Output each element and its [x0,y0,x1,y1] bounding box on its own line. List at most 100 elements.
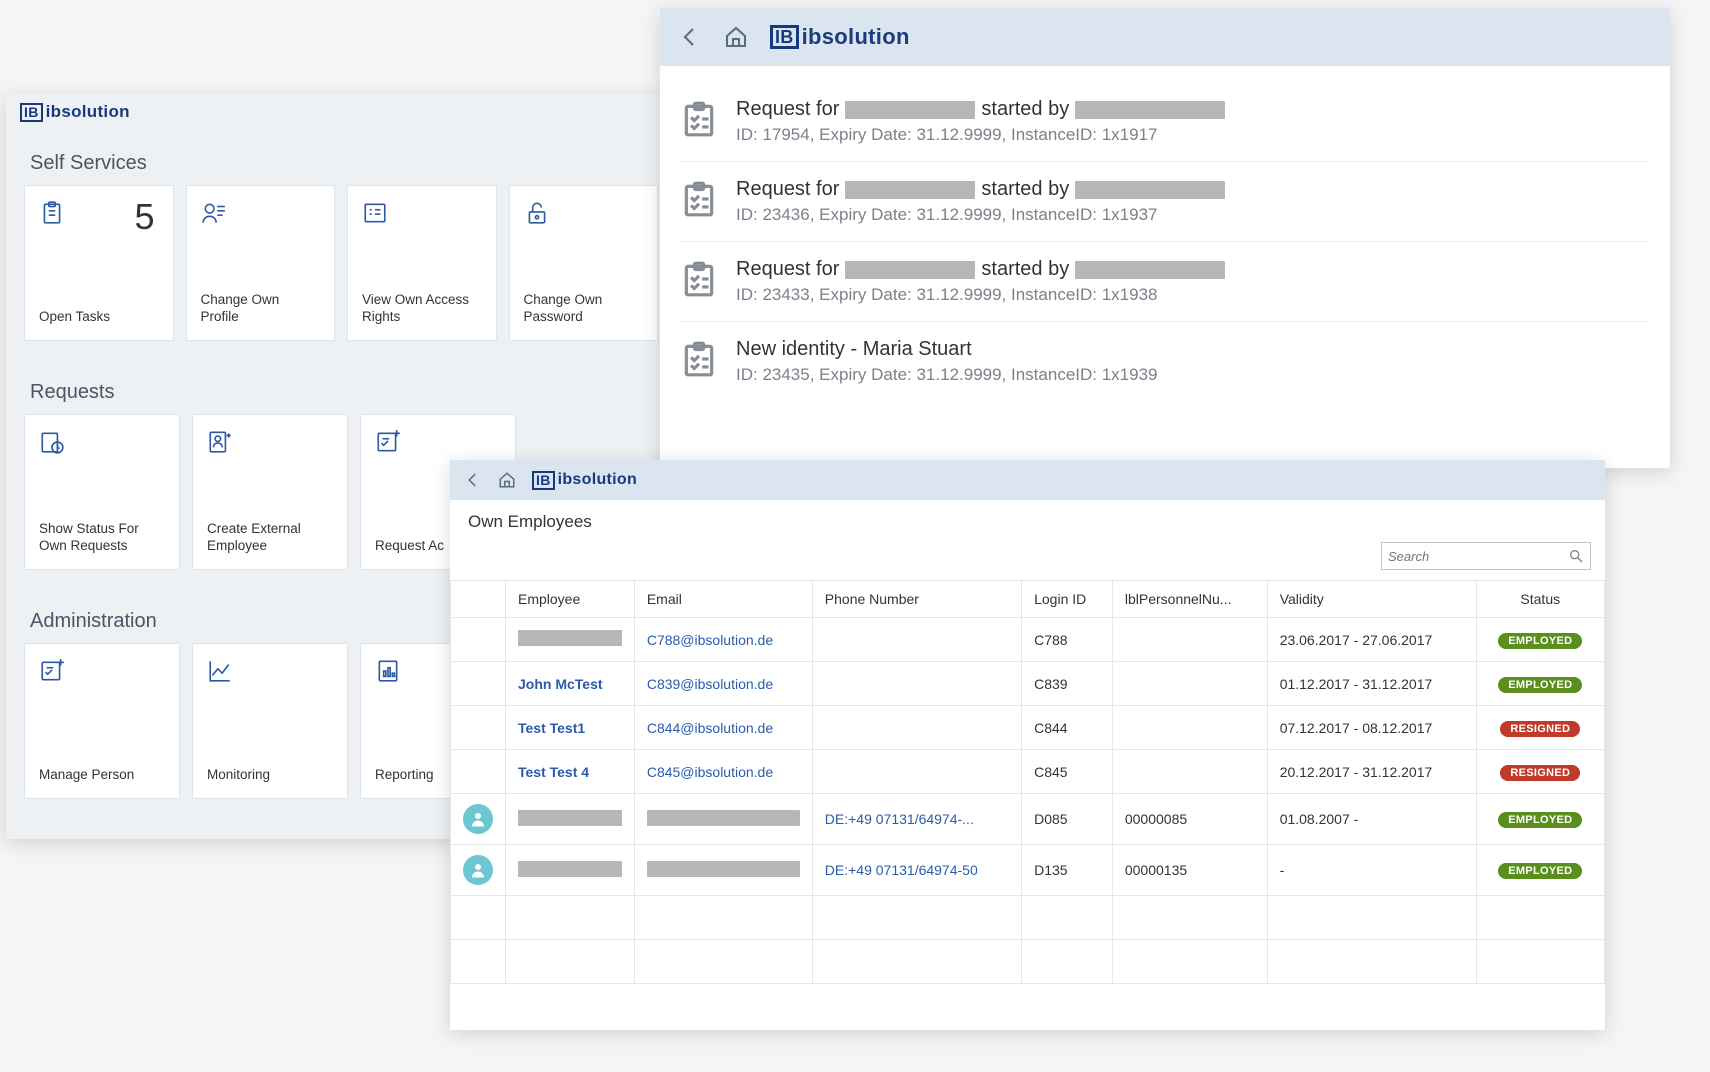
avatar-cell [451,662,506,706]
report-icon [375,658,401,684]
avatar-cell [451,794,506,845]
cell-validity: 23.06.2017 - 27.06.2017 [1267,618,1476,662]
profile-icon [201,200,227,226]
cell-status: EMPLOYED [1476,618,1604,662]
clock-icon [39,429,65,455]
search-input-container[interactable] [1381,542,1591,570]
table-row[interactable]: C788@ibsolution.deC78823.06.2017 - 27.06… [451,618,1605,662]
table-row[interactable]: DE:+49 07131/64974-50D13500000135-EMPLOY… [451,845,1605,896]
tile-label: Change Own Profile [201,291,321,326]
column-header[interactable]: Validity [1267,581,1476,618]
topbar: IBIBsolution [660,8,1670,66]
cell-validity: - [1267,845,1476,896]
request-item[interactable]: New identity - Maria Stuart ID: 23435, E… [680,322,1650,401]
tile-label: View Own Access Rights [362,291,482,326]
request-list: Request for started by ID: 17954, Expiry… [660,66,1670,417]
cell-personnel [1112,750,1267,794]
column-header[interactable]: lblPersonnelNu... [1112,581,1267,618]
table-row[interactable]: John McTestC839@ibsolution.deC83901.12.2… [451,662,1605,706]
brand-logo: IBIBsolution [532,471,637,490]
list-icon [362,200,388,226]
avatar [463,855,493,885]
status-badge: RESIGNED [1500,721,1580,737]
cell-employee: Test Test1 [506,706,635,750]
tile-monitoring[interactable]: Monitoring [192,643,348,799]
tile-change-own-password[interactable]: Change Own Password [509,185,659,341]
cell-validity: 07.12.2017 - 08.12.2017 [1267,706,1476,750]
table-row[interactable]: Test Test 4C845@ibsolution.deC84520.12.2… [451,750,1605,794]
request-item[interactable]: Request for started by ID: 23433, Expiry… [680,242,1650,322]
cell-email: C845@ibsolution.de [634,750,812,794]
cell-email [634,845,812,896]
tile-view-own-access-rights[interactable]: View Own Access Rights [347,185,497,341]
tile-row: 5 Open Tasks Change Own Profile View Own… [6,185,676,361]
cell-phone [812,706,1021,750]
cell-employee [506,794,635,845]
column-header[interactable]: Email [634,581,812,618]
cell-personnel: 00000135 [1112,845,1267,896]
request-title: Request for started by [736,258,1225,281]
cell-phone: DE:+49 07131/64974-50 [812,845,1021,896]
search-row [450,538,1605,580]
cell-email: C788@ibsolution.de [634,618,812,662]
request-item[interactable]: Request for started by ID: 17954, Expiry… [680,82,1650,162]
back-icon[interactable] [678,25,702,49]
launchpad-header: IBIBsolution [6,94,676,132]
tile-manage-person[interactable]: Manage Person [24,643,180,799]
cell-phone [812,662,1021,706]
brand-logo: IBIBsolution [770,24,910,50]
back-icon[interactable] [464,471,482,489]
tile-label: Open Tasks [39,308,159,326]
checklist-icon [680,178,718,220]
cell-status: EMPLOYED [1476,662,1604,706]
request-subtitle: ID: 17954, Expiry Date: 31.12.9999, Inst… [736,125,1225,145]
table-row[interactable]: DE:+49 07131/64974-...D0850000008501.08.… [451,794,1605,845]
column-header[interactable]: Login ID [1022,581,1113,618]
tile-label: Create External Employee [207,520,333,555]
home-icon[interactable] [724,25,748,49]
checklist-icon [680,338,718,380]
cell-status: RESIGNED [1476,706,1604,750]
tile-create-external-employee[interactable]: Create External Employee [192,414,348,570]
request-title: New identity - Maria Stuart [736,338,1158,361]
status-badge: EMPLOYED [1498,677,1582,693]
cell-status: EMPLOYED [1476,794,1604,845]
column-avatar [451,581,506,618]
column-header[interactable]: Employee [506,581,635,618]
avatar-cell [451,750,506,794]
cell-login: C839 [1022,662,1113,706]
brand-logo: IBIBsolution [20,102,130,122]
cell-email: C844@ibsolution.de [634,706,812,750]
table-row-empty [451,940,1605,984]
employees-table: EmployeeEmailPhone NumberLogin IDlblPers… [450,580,1605,984]
requests-window: IBIBsolution Request for started by ID: … [660,8,1670,468]
tile-label: Show Status For Own Requests [39,520,165,555]
cell-status: EMPLOYED [1476,845,1604,896]
employees-window: IBIBsolution Own Employees EmployeeEmail… [450,460,1605,1030]
cell-login: D135 [1022,845,1113,896]
avatar [463,804,493,834]
tile-change-own-profile[interactable]: Change Own Profile [186,185,336,341]
topbar: IBIBsolution [450,460,1605,500]
tile-open-tasks[interactable]: 5 Open Tasks [24,185,174,341]
request-item[interactable]: Request for started by ID: 23436, Expiry… [680,162,1650,242]
tile-show-status-for-own-requests[interactable]: Show Status For Own Requests [24,414,180,570]
cell-personnel [1112,618,1267,662]
section-title: Requests [6,361,676,414]
search-input[interactable] [1388,549,1568,564]
cell-validity: 01.12.2017 - 31.12.2017 [1267,662,1476,706]
clipboard-icon [39,200,65,226]
cell-login: C844 [1022,706,1113,750]
cell-validity: 20.12.2017 - 31.12.2017 [1267,750,1476,794]
table-row[interactable]: Test Test1C844@ibsolution.de C844 07.12.20… [451,706,1605,750]
tile-label: Monitoring [207,766,333,784]
request-subtitle: ID: 23435, Expiry Date: 31.12.9999, Inst… [736,365,1158,385]
newperson-icon [207,429,233,455]
home-icon[interactable] [498,471,516,489]
column-header[interactable]: Status [1476,581,1604,618]
column-header[interactable]: Phone Number [812,581,1021,618]
request-title: Request for started by [736,178,1225,201]
cell-phone [812,750,1021,794]
cell-employee [506,845,635,896]
chart-icon [207,658,233,684]
